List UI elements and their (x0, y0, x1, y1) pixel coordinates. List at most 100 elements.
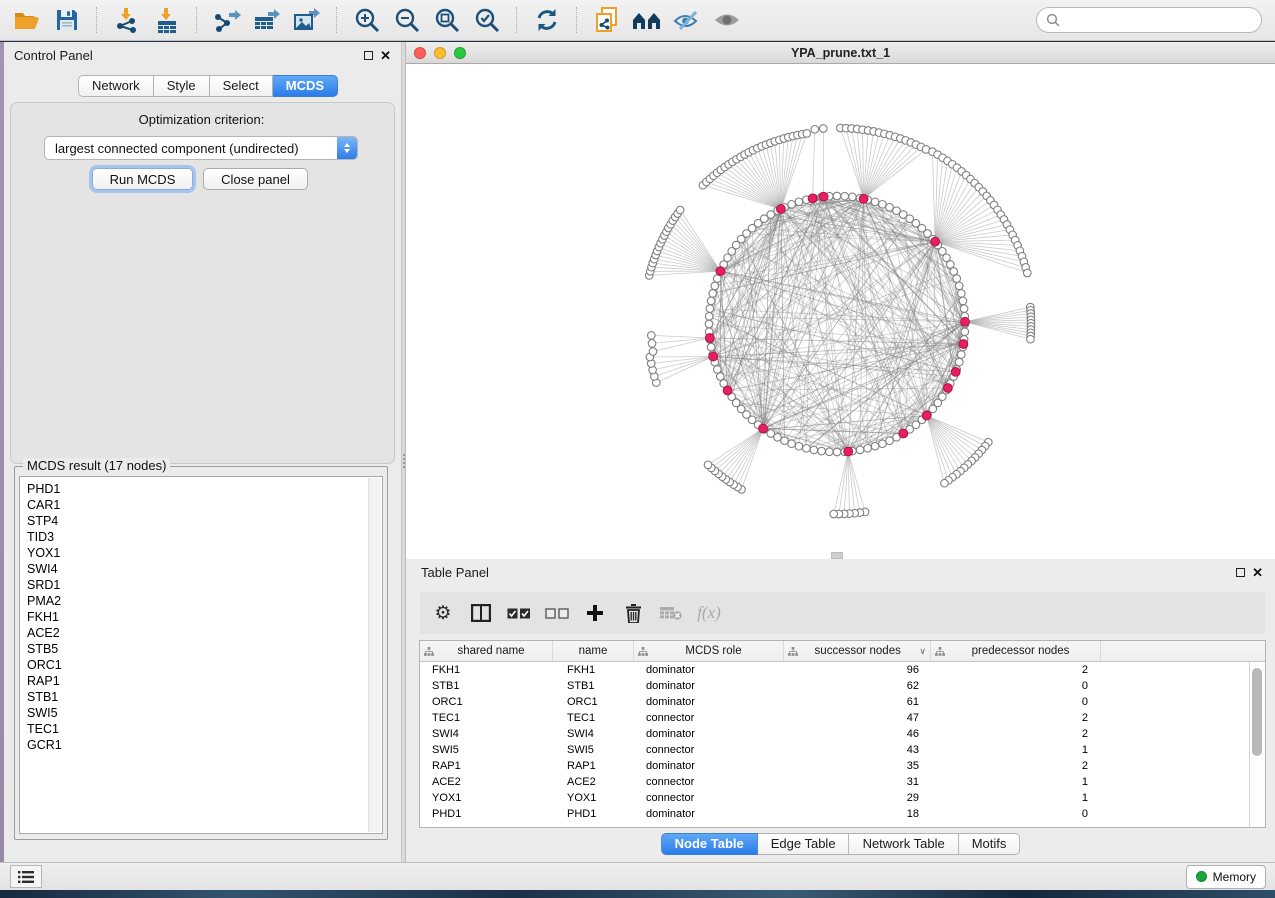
graph-leaf-node[interactable] (648, 340, 656, 348)
mcds-result-item[interactable]: PHD1 (27, 481, 62, 497)
table-row[interactable]: STB1STB1dominator620 (420, 678, 1265, 694)
tab-mcds[interactable]: MCDS (273, 75, 338, 97)
graph-node[interactable] (826, 448, 834, 456)
graph-leaf-node[interactable] (811, 126, 819, 134)
graph-hub-node[interactable] (705, 334, 714, 343)
refresh-icon[interactable] (530, 3, 564, 37)
graph-node[interactable] (950, 268, 958, 276)
memory-button[interactable]: Memory (1186, 865, 1266, 889)
graph-hub-node[interactable] (759, 424, 768, 433)
graph-node[interactable] (947, 261, 955, 269)
graph-hub-node[interactable] (922, 411, 931, 420)
function-builder-icon[interactable]: f(x) (696, 600, 722, 626)
mcds-result-item[interactable]: SWI4 (27, 561, 62, 577)
export-image-icon[interactable] (290, 3, 324, 37)
tab-node-table[interactable]: Node Table (661, 833, 758, 855)
deselect-all-icon[interactable] (544, 600, 570, 626)
graph-hub-node[interactable] (959, 340, 968, 349)
graph-leaf-node[interactable] (649, 348, 657, 356)
mcds-result-item[interactable]: TID3 (27, 529, 62, 545)
mcds-result-list[interactable]: PHD1CAR1STP4TID3YOX1SWI4SRD1PMA2FKH1ACE2… (19, 476, 383, 834)
graph-node[interactable] (795, 442, 803, 450)
run-mcds-button[interactable]: Run MCDS (92, 168, 193, 190)
save-session-icon[interactable] (50, 3, 84, 37)
graph-node[interactable] (717, 373, 725, 381)
hide-unselected-icon[interactable] (670, 3, 704, 37)
table-row[interactable]: ORC1ORC1dominator610 (420, 694, 1265, 710)
graph-node[interactable] (714, 366, 722, 374)
network-graph[interactable] (406, 64, 1275, 559)
graph-node[interactable] (818, 447, 826, 455)
tab-network[interactable]: Network (78, 75, 154, 97)
graph-hub-node[interactable] (709, 352, 718, 361)
tab-style[interactable]: Style (154, 75, 210, 97)
graph-node[interactable] (871, 442, 879, 450)
graph-node[interactable] (707, 297, 715, 305)
mcds-result-item[interactable]: FKH1 (27, 609, 62, 625)
column-header-shared-name[interactable]: shared name (420, 641, 553, 661)
export-table-icon[interactable] (250, 3, 284, 37)
column-header-MCDS-role[interactable]: MCDS role (634, 641, 784, 661)
graph-node[interactable] (960, 305, 968, 313)
graph-node[interactable] (955, 358, 963, 366)
mcds-list-scrollbar[interactable] (368, 478, 381, 832)
search-input[interactable] (1066, 12, 1252, 28)
node-table[interactable]: shared namenameMCDS rolesuccessor nodes∨… (419, 640, 1266, 828)
graph-node[interactable] (705, 313, 713, 321)
task-history-button[interactable] (10, 865, 42, 888)
graph-hub-node[interactable] (808, 194, 817, 203)
column-header-successor-nodes[interactable]: successor nodes∨ (784, 641, 931, 661)
float-panel-icon[interactable] (364, 51, 373, 60)
graph-node[interactable] (781, 437, 789, 445)
split-view-icon[interactable] (468, 600, 494, 626)
graph-hub-node[interactable] (961, 317, 970, 326)
table-row[interactable]: TEC1TEC1connector472 (420, 710, 1265, 726)
float-table-panel-icon[interactable] (1236, 568, 1245, 577)
graph-node[interactable] (707, 343, 715, 351)
graph-leaf-node[interactable] (1027, 335, 1035, 343)
graph-hub-node[interactable] (931, 237, 940, 246)
close-panel-button[interactable]: Close panel (203, 168, 308, 190)
close-panel-icon[interactable]: ✕ (380, 51, 391, 60)
graph-node[interactable] (849, 193, 857, 201)
clone-network-icon[interactable] (590, 3, 624, 37)
graph-hub-node[interactable] (819, 192, 828, 201)
import-network-icon[interactable] (110, 3, 144, 37)
table-row[interactable]: SWI4SWI4dominator462 (420, 726, 1265, 742)
canvas-splitter-handle[interactable] (831, 552, 843, 559)
show-all-icon[interactable] (710, 3, 744, 37)
mcds-result-item[interactable]: YOX1 (27, 545, 62, 561)
tab-network-table[interactable]: Network Table (850, 833, 959, 855)
graph-leaf-node[interactable] (704, 461, 712, 469)
graph-node[interactable] (706, 305, 714, 313)
graph-node[interactable] (879, 201, 887, 209)
column-header-predecessor-nodes[interactable]: predecessor nodes (931, 641, 1101, 661)
graph-node[interactable] (795, 198, 803, 206)
criterion-dropdown[interactable]: largest connected component (undirected) (44, 136, 358, 160)
graph-node[interactable] (705, 320, 713, 328)
import-table-icon[interactable] (150, 3, 184, 37)
graph-node[interactable] (886, 204, 894, 212)
graph-leaf-node[interactable] (803, 130, 811, 138)
table-scrollbar[interactable] (1249, 662, 1265, 828)
graph-hub-node[interactable] (944, 384, 953, 393)
graph-leaf-node[interactable] (676, 206, 684, 214)
zoom-in-icon[interactable] (350, 3, 384, 37)
graph-node[interactable] (871, 198, 879, 206)
search-field[interactable] (1036, 7, 1262, 33)
add-column-icon[interactable] (582, 600, 608, 626)
graph-node[interactable] (886, 437, 894, 445)
mcds-result-item[interactable]: SRD1 (27, 577, 62, 593)
network-titlebar[interactable]: YPA_prune.txt_1 (406, 42, 1275, 64)
zoom-out-icon[interactable] (390, 3, 424, 37)
first-neighbors-icon[interactable] (630, 3, 664, 37)
mcds-result-item[interactable]: STB5 (27, 641, 62, 657)
tab-edge-table[interactable]: Edge Table (758, 833, 850, 855)
graph-leaf-node[interactable] (648, 332, 656, 340)
mcds-result-item[interactable]: ORC1 (27, 657, 62, 673)
graph-node[interactable] (833, 448, 841, 456)
mcds-result-item[interactable]: TEC1 (27, 721, 62, 737)
graph-hub-node[interactable] (899, 429, 908, 438)
graph-node[interactable] (958, 290, 966, 298)
graph-node[interactable] (864, 445, 872, 453)
